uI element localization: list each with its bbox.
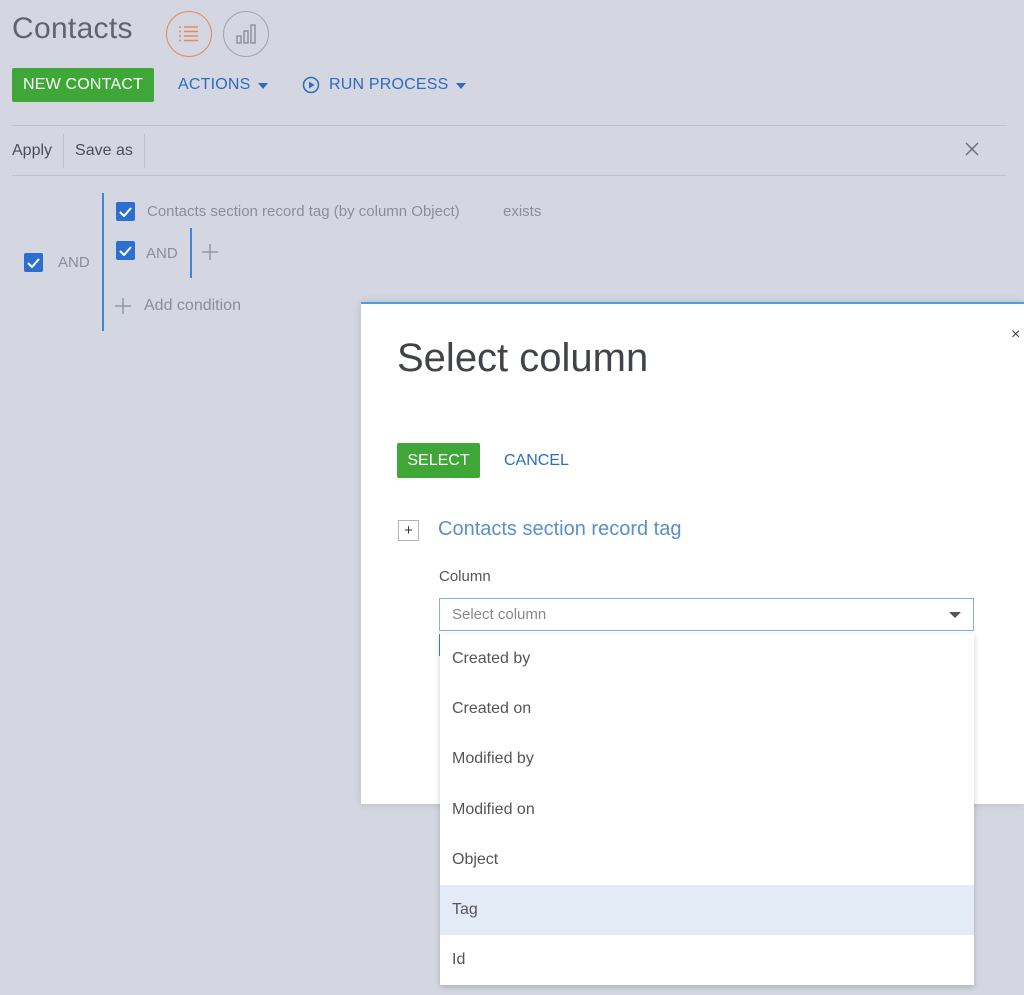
divider bbox=[12, 175, 1007, 176]
dropdown-item-created-on[interactable]: Created on bbox=[440, 684, 974, 734]
apply-button[interactable]: Apply bbox=[12, 134, 65, 168]
add-condition-button[interactable]: Add condition bbox=[113, 296, 241, 316]
dropdown-item-modified-on[interactable]: Modified on bbox=[440, 785, 974, 835]
dropdown-item-tag[interactable]: Tag bbox=[440, 884, 974, 936]
dropdown-item-object[interactable]: Object bbox=[440, 835, 974, 885]
select-button[interactable]: SELECT bbox=[397, 443, 480, 478]
filter-bar: Apply Save as bbox=[12, 134, 145, 168]
dropdown-item-modified-by[interactable]: Modified by bbox=[440, 734, 974, 784]
root-operator-label[interactable]: AND bbox=[58, 254, 90, 271]
plus-icon bbox=[115, 298, 131, 314]
actions-label: ACTIONS bbox=[178, 76, 251, 93]
bar-chart-icon bbox=[236, 24, 256, 44]
save-as-button[interactable]: Save as bbox=[64, 134, 145, 168]
divider bbox=[12, 125, 1007, 126]
add-condition-label: Add condition bbox=[144, 297, 241, 314]
actions-menu-button[interactable]: ACTIONS bbox=[178, 68, 268, 102]
nested-operator-label[interactable]: AND bbox=[146, 245, 178, 262]
column-select[interactable]: Select column bbox=[439, 598, 974, 631]
check-icon bbox=[119, 245, 132, 256]
run-process-label: RUN PROCESS bbox=[329, 76, 449, 93]
list-view-button[interactable] bbox=[166, 11, 212, 57]
caret-down-icon[interactable] bbox=[949, 612, 961, 618]
check-icon bbox=[119, 206, 132, 217]
caret-down-icon bbox=[257, 83, 268, 89]
root-group-checkbox[interactable] bbox=[24, 253, 43, 272]
list-icon bbox=[179, 26, 198, 42]
dropdown-item-created-by[interactable]: Created by bbox=[440, 634, 974, 684]
caret-down-icon bbox=[455, 83, 466, 89]
column-label: Column bbox=[439, 568, 491, 585]
dropdown-item-id[interactable]: Id bbox=[440, 935, 974, 985]
column-select-placeholder: Select column bbox=[452, 606, 547, 623]
column-dropdown-list: Created by Created on Modified by Modifi… bbox=[440, 634, 974, 985]
play-circle-icon bbox=[302, 76, 320, 94]
close-filter-icon[interactable] bbox=[961, 138, 983, 160]
group-line bbox=[190, 228, 192, 278]
check-icon bbox=[27, 257, 40, 268]
group-line bbox=[102, 193, 104, 331]
run-process-button[interactable]: RUN PROCESS bbox=[302, 68, 466, 102]
dialog-title: Select column bbox=[397, 336, 649, 380]
nested-group-checkbox[interactable] bbox=[116, 241, 135, 260]
plus-icon[interactable] bbox=[200, 242, 220, 262]
close-icon[interactable]: × bbox=[1011, 326, 1020, 344]
page-title: Contacts bbox=[12, 12, 133, 45]
new-contact-button[interactable]: NEW CONTACT bbox=[12, 68, 154, 102]
condition-value[interactable]: exists bbox=[503, 203, 541, 220]
cancel-button[interactable]: CANCEL bbox=[504, 443, 569, 478]
chart-view-button[interactable] bbox=[223, 11, 269, 57]
expand-icon[interactable]: + bbox=[398, 520, 419, 541]
tree-node-label[interactable]: Contacts section record tag bbox=[438, 518, 681, 541]
condition-checkbox[interactable] bbox=[116, 202, 135, 221]
condition-text[interactable]: Contacts section record tag (by column O… bbox=[147, 203, 460, 220]
